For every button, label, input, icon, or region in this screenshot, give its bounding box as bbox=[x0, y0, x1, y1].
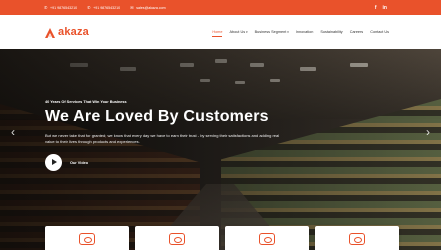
phone-icon: ✆ bbox=[87, 4, 91, 10]
phone-contact-1[interactable]: ✆ +91 9876543210 bbox=[44, 4, 78, 10]
chevron-down-icon: ▾ bbox=[287, 30, 289, 34]
truck-icon bbox=[349, 233, 365, 245]
handshake-icon bbox=[259, 233, 275, 245]
social-links: f in bbox=[375, 5, 397, 11]
nav-item-sustainability[interactable]: Sustainability bbox=[320, 30, 342, 34]
site-header: akaza Home About Us▾ Business Segment▾ I… bbox=[0, 15, 441, 49]
nav-label: Home bbox=[212, 30, 223, 34]
facebook-icon[interactable]: f bbox=[375, 5, 377, 11]
play-icon[interactable] bbox=[45, 154, 62, 171]
nav-item-innovation[interactable]: Innovation bbox=[296, 30, 314, 34]
hero-eyebrow: 40 Years Of Services That Win Your Busin… bbox=[45, 100, 127, 104]
feature-card[interactable] bbox=[225, 226, 309, 250]
gift-icon bbox=[79, 233, 95, 245]
prev-slide-arrow-icon[interactable]: ‹ bbox=[11, 125, 15, 139]
phone-contact-2[interactable]: ✆ +91 9876543210 bbox=[87, 4, 121, 10]
video-button[interactable]: Our Video bbox=[45, 154, 295, 171]
nav-label: About Us bbox=[229, 30, 246, 34]
mail-icon: ✉ bbox=[130, 4, 134, 10]
nav-label: Contact Us bbox=[370, 30, 389, 34]
top-contact-bar: ✆ +91 9876543210 ✆ +91 9876543210 ✉ sale… bbox=[0, 0, 441, 15]
next-slide-arrow-icon[interactable]: › bbox=[426, 125, 430, 139]
logo-mark-icon bbox=[44, 26, 56, 38]
chevron-down-icon: ▾ bbox=[246, 30, 248, 34]
email-address: sales@akaza.com bbox=[136, 5, 166, 10]
cart-icon bbox=[169, 233, 185, 245]
feature-card[interactable] bbox=[315, 226, 399, 250]
nav-item-home[interactable]: Home bbox=[212, 30, 223, 37]
nav-label: Sustainability bbox=[320, 30, 343, 34]
nav-label: Innovation bbox=[295, 30, 314, 34]
nav-label: Business Segment bbox=[254, 30, 287, 34]
nav-item-about-us[interactable]: About Us▾ bbox=[229, 30, 247, 34]
main-nav: Home About Us▾ Business Segment▾ Innovat… bbox=[212, 30, 397, 37]
phone-number-2: +91 9876543210 bbox=[93, 5, 121, 10]
nav-item-business-segment[interactable]: Business Segment▾ bbox=[255, 30, 289, 34]
nav-label: Careers bbox=[349, 30, 364, 34]
hero-headline: We Are Loved By Customers bbox=[45, 108, 269, 125]
linkedin-icon[interactable]: in bbox=[383, 5, 387, 11]
logo-text: akaza bbox=[58, 26, 89, 38]
hero-description: But we never take that for granted; we k… bbox=[45, 133, 280, 144]
nav-item-careers[interactable]: Careers bbox=[350, 30, 364, 34]
phone-icon: ✆ bbox=[44, 4, 48, 10]
feature-card[interactable] bbox=[45, 226, 129, 250]
email-contact[interactable]: ✉ sales@akaza.com bbox=[130, 4, 166, 10]
nav-item-contact-us[interactable]: Contact Us bbox=[370, 30, 389, 34]
phone-number-1: +91 9876543210 bbox=[50, 5, 78, 10]
video-label: Our Video bbox=[70, 160, 89, 165]
site-logo[interactable]: akaza bbox=[44, 26, 89, 38]
feature-card[interactable] bbox=[135, 226, 219, 250]
hero-content: 40 Years Of Services That Win Your Busin… bbox=[45, 100, 295, 171]
hero-slider: ‹ › 40 Years Of Services That Win Your B… bbox=[0, 49, 441, 250]
